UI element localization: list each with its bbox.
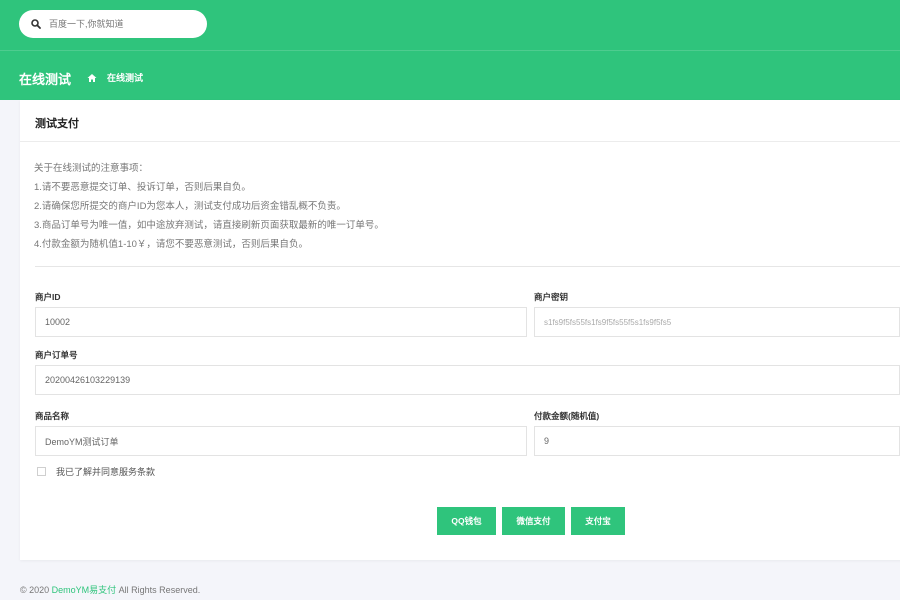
card-title: 测试支付 — [35, 118, 79, 130]
agree-checkbox[interactable] — [37, 467, 46, 476]
amount-input[interactable] — [534, 426, 900, 456]
breadcrumb-current: 在线测试 — [107, 73, 144, 83]
page-header: 在线测试 在线测试 — [0, 50, 900, 100]
notice-line: 4.付款金额为随机值1-10￥，请您不要恶意测试，否则后果自负。 — [34, 239, 308, 250]
card-header: 测试支付 — [20, 100, 900, 142]
product-name-input[interactable] — [35, 426, 527, 456]
alipay-button[interactable]: 支付宝 — [571, 507, 625, 535]
divider — [35, 266, 900, 267]
amount-label: 付款金额(随机值) — [534, 411, 600, 421]
search-input[interactable] — [49, 19, 189, 29]
order-no-label: 商户订单号 — [35, 350, 78, 360]
notice-line: 关于在线测试的注意事项： — [34, 163, 149, 174]
product-name-label: 商品名称 — [35, 411, 70, 421]
agree-terms[interactable]: 我已了解并同意服务条款 — [37, 465, 155, 478]
wechat-pay-button[interactable]: 微信支付 — [502, 507, 565, 535]
search-icon[interactable] — [29, 17, 43, 31]
agree-label: 我已了解并同意服务条款 — [56, 467, 156, 477]
qq-wallet-button[interactable]: QQ钱包 — [437, 507, 496, 535]
top-navbar — [0, 0, 900, 50]
merchant-key-input[interactable] — [534, 307, 900, 337]
footer-brand-link[interactable]: DemoYM易支付 — [52, 585, 117, 595]
test-payment-card: 测试支付 关于在线测试的注意事项： 1.请不要恶意提交订单、投诉订单，否则后果自… — [20, 100, 900, 560]
footer-rights: All Rights Reserved. — [116, 585, 201, 595]
merchant-id-label: 商户ID — [35, 292, 61, 302]
footer: © 2020 DemoYM易支付 All Rights Reserved. — [20, 583, 200, 596]
notice-line: 3.商品订单号为唯一值，如中途放弃测试，请直接刷新页面获取最新的唯一订单号。 — [34, 220, 384, 231]
merchant-key-label: 商户密钥 — [534, 292, 569, 302]
breadcrumb: 在线测试 — [87, 71, 143, 84]
notice-line: 1.请不要恶意提交订单、投诉订单，否则后果自负。 — [34, 182, 251, 193]
home-icon[interactable] — [87, 73, 97, 83]
order-no-input[interactable] — [35, 365, 900, 395]
notice-text: 关于在线测试的注意事项： 1.请不要恶意提交订单、投诉订单，否则后果自负。 2.… — [34, 159, 384, 254]
merchant-id-input[interactable] — [35, 307, 527, 337]
search-box[interactable] — [19, 10, 207, 38]
footer-copyright: © 2020 — [20, 585, 52, 595]
page-title: 在线测试 — [19, 72, 72, 87]
notice-line: 2.请确保您所提交的商户ID为您本人，测试支付成功后资金错乱概不负责。 — [34, 201, 346, 212]
